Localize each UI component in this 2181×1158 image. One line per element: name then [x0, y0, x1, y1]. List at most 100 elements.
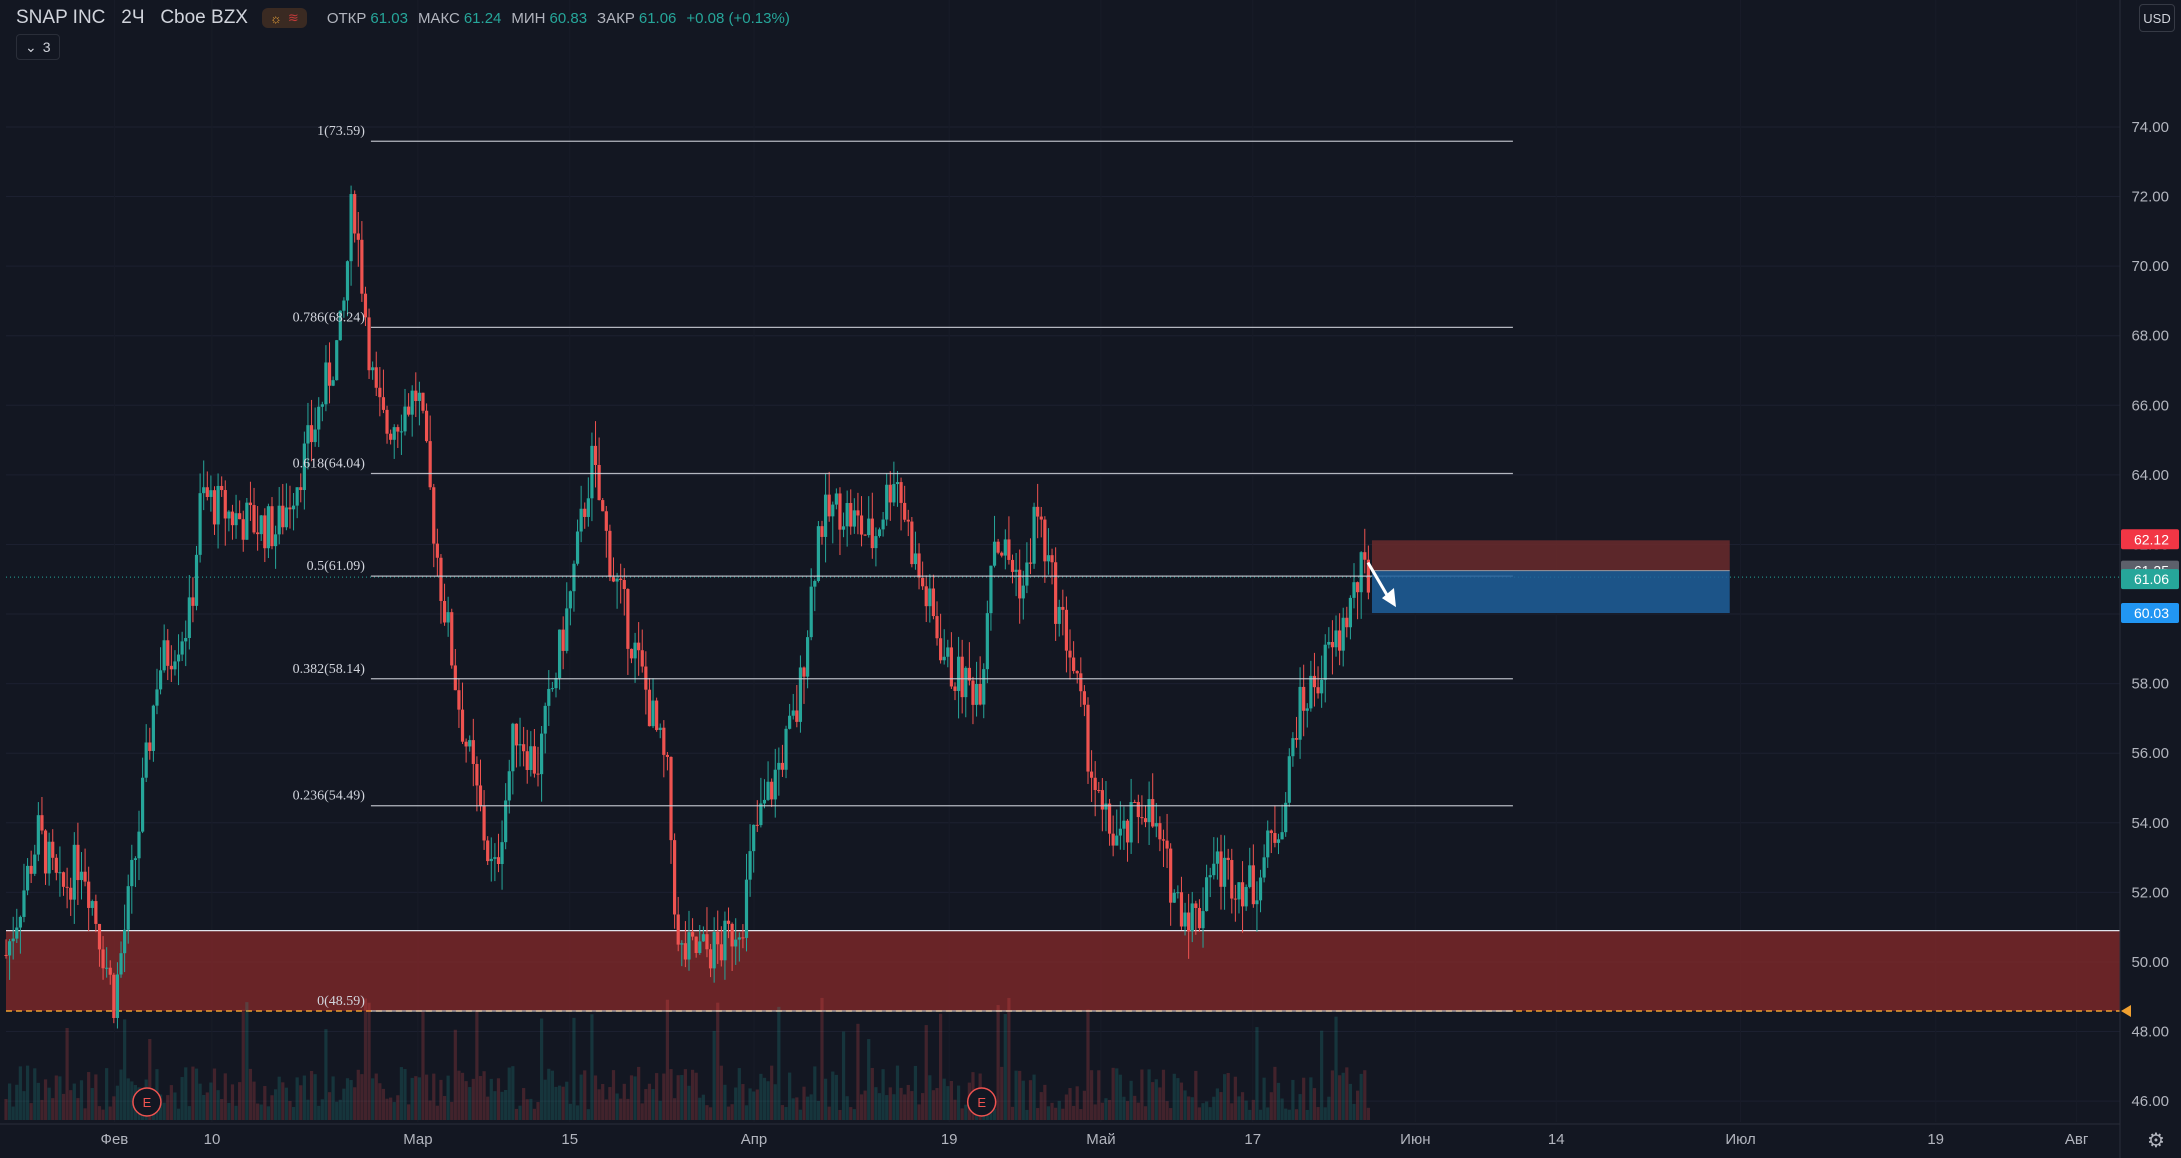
- candle-body: [158, 670, 163, 690]
- volume-bar: [87, 1072, 91, 1120]
- volume-bar: [1262, 1077, 1266, 1120]
- price-chart[interactable]: 1(73.59) 0.786(68.24) 0.618(64.04) 0.5(61.0…: [0, 0, 2181, 1158]
- volume-bar: [734, 1087, 738, 1120]
- candle-body: [489, 858, 493, 862]
- candle-body: [1341, 617, 1345, 651]
- volume-bar: [917, 1104, 921, 1120]
- candle-body: [101, 949, 105, 969]
- volume-bar: [324, 1029, 328, 1120]
- volume-bar: [1169, 1108, 1173, 1120]
- volume-bar: [611, 1070, 616, 1120]
- candle-body: [877, 529, 882, 537]
- candle-body: [529, 746, 533, 770]
- volume-bar: [1258, 1109, 1263, 1120]
- volume-bar: [450, 1101, 454, 1120]
- candle-body: [956, 656, 961, 691]
- candle-body: [536, 773, 540, 775]
- currency-button[interactable]: USD: [2139, 4, 2175, 32]
- candle-body: [874, 536, 878, 549]
- volume-bar: [543, 1079, 547, 1120]
- candle-body: [273, 534, 278, 547]
- candle-body: [992, 541, 997, 566]
- candle-body: [1000, 552, 1004, 556]
- candle-body: [324, 362, 328, 405]
- volume-bar: [392, 1102, 396, 1120]
- candle-body: [701, 934, 705, 942]
- volume-bar: [770, 1065, 774, 1120]
- candle-body: [525, 751, 529, 770]
- market-status-badge[interactable]: ☼ ≋: [261, 8, 307, 28]
- volume-bar: [306, 1099, 310, 1120]
- candle-body: [309, 425, 314, 443]
- candle-body: [245, 502, 249, 540]
- candle-body: [514, 723, 519, 746]
- indicators-toggle-button[interactable]: ⌄ 3: [16, 34, 60, 60]
- candle-body: [432, 487, 436, 544]
- candle-body: [1028, 562, 1033, 564]
- candle-body: [1115, 835, 1119, 846]
- candle-body: [888, 484, 892, 503]
- candle-body: [1251, 865, 1255, 905]
- short-position[interactable]: [1366, 540, 1730, 614]
- time-tick-label: 10: [204, 1131, 221, 1148]
- candle-body: [1014, 569, 1018, 572]
- candle-body: [637, 642, 641, 651]
- candle-body: [259, 515, 263, 535]
- interval-label[interactable]: 2Ч: [121, 7, 144, 28]
- volume-bar: [421, 1011, 425, 1120]
- candle-body: [748, 851, 752, 880]
- volume-bar: [1082, 1090, 1086, 1120]
- candle-body: [252, 505, 256, 533]
- candle-body: [381, 397, 386, 410]
- candle-body: [105, 967, 109, 969]
- gear-icon[interactable]: ⚙: [2145, 1130, 2167, 1152]
- candle-body: [234, 513, 238, 526]
- candle-body: [194, 554, 199, 606]
- candle-body: [816, 526, 820, 581]
- volume-bar: [791, 1098, 795, 1120]
- volume-bar: [1057, 1100, 1061, 1120]
- candle-body: [36, 815, 40, 855]
- volume-bar: [651, 1089, 655, 1120]
- candle-body: [25, 865, 30, 891]
- volume-bar: [881, 1069, 885, 1120]
- volume-bar: [780, 1105, 785, 1120]
- volume-bar: [863, 1090, 867, 1120]
- candle-body: [126, 886, 130, 930]
- candle-body: [123, 929, 127, 954]
- volume-bar: [849, 1107, 853, 1120]
- candle-body: [349, 194, 353, 262]
- time-tick-label: 15: [561, 1131, 578, 1148]
- volume-bar: [439, 1079, 443, 1120]
- candle-body: [1201, 911, 1205, 929]
- candle-body: [806, 637, 810, 677]
- volume-bar: [1151, 1082, 1155, 1120]
- candle-body: [1287, 756, 1291, 803]
- candle-body: [1057, 606, 1061, 624]
- candle-body: [942, 656, 946, 661]
- volume-bar: [856, 1023, 860, 1120]
- volume-bar: [176, 1108, 181, 1120]
- volume-bar: [942, 1078, 946, 1120]
- candle-body: [424, 410, 429, 442]
- candle-body: [162, 640, 166, 671]
- symbol-title[interactable]: SNAP INC 2Ч Cboe BZX: [16, 7, 248, 29]
- symbol-name[interactable]: SNAP INC: [16, 7, 105, 28]
- price-badge-label: 61.06: [2134, 571, 2169, 587]
- candle-body: [913, 553, 918, 565]
- candle-body: [680, 943, 684, 945]
- candle-body: [1061, 606, 1065, 610]
- volume-bar: [809, 1094, 813, 1120]
- candle-body: [356, 233, 360, 240]
- candle-body: [1338, 630, 1342, 651]
- volume-bar: [1176, 1078, 1180, 1120]
- volume-bar: [335, 1101, 339, 1120]
- ohlc-values: ОТКР 61.03 МАКС 61.24 МИН 60.83 ЗАКР 61.06 +…: [327, 10, 796, 27]
- candle-body: [823, 494, 828, 537]
- volume-bar: [367, 1002, 371, 1120]
- price-badge-label: 62.12: [2134, 531, 2169, 547]
- candle-body: [442, 600, 447, 623]
- candle-body: [557, 629, 562, 679]
- volume-bar: [831, 1071, 835, 1120]
- candle-body: [1190, 903, 1194, 932]
